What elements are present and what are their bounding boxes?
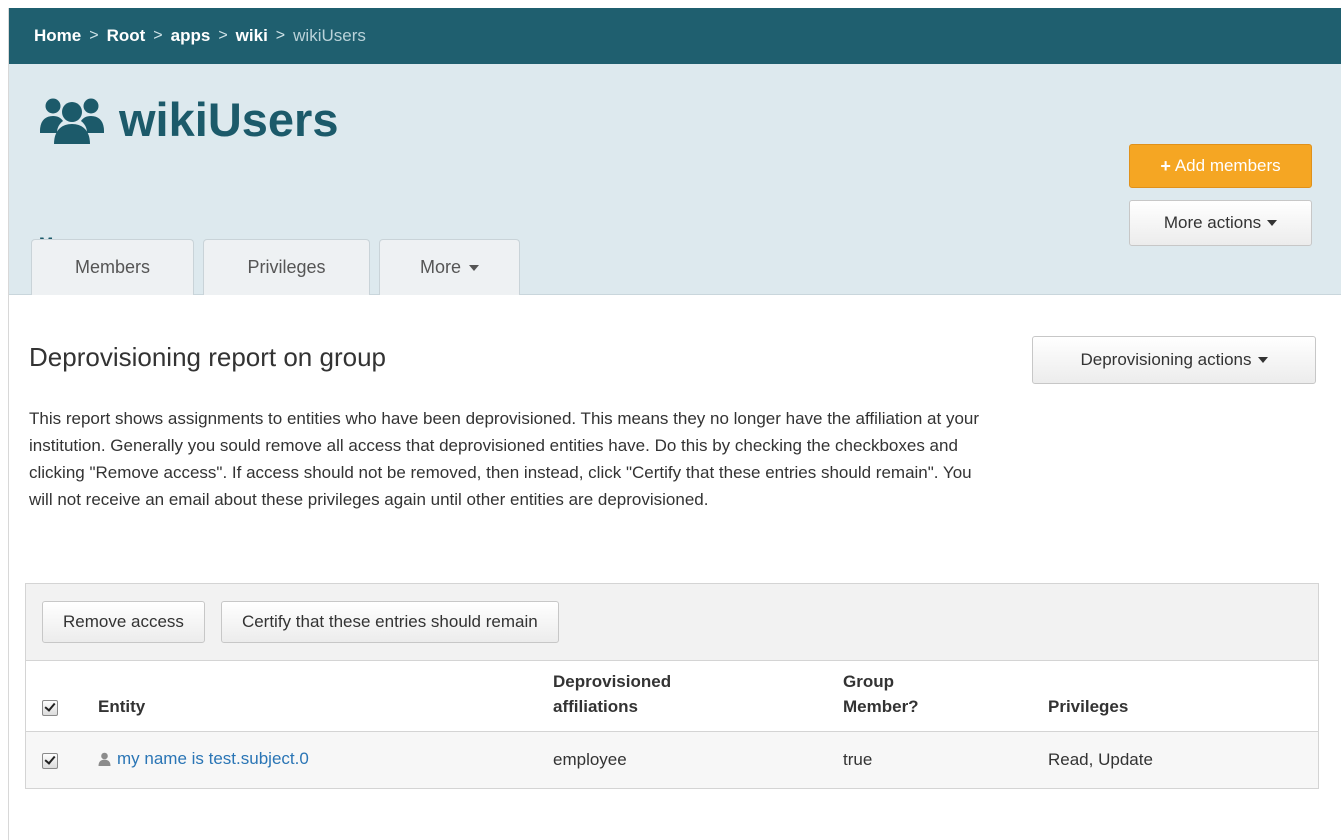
column-header-affiliations[interactable]: Deprovisioned affiliations (543, 661, 833, 732)
breadcrumb-current: wikiUsers (293, 26, 366, 45)
privileges-cell: Read, Update (1038, 731, 1318, 788)
breadcrumb-root[interactable]: Root (107, 26, 146, 46)
report-description: This report shows assignments to entitie… (29, 409, 980, 509)
column-header-affiliations-label: Deprovisioned affiliations (553, 672, 672, 716)
caret-down-icon (469, 264, 479, 271)
column-header-group-member-label: Group Member? (843, 672, 919, 716)
remove-access-label: Remove access (63, 612, 184, 631)
select-all-checkbox[interactable] (42, 699, 58, 716)
entity-cell: my name is test.subject.0 (88, 731, 543, 788)
row-checkbox-cell (26, 731, 88, 788)
caret-down-icon (1267, 220, 1278, 226)
tab-label: Members (74, 257, 150, 277)
remove-access-button[interactable]: Remove access (42, 601, 205, 643)
group-header: wikiUsers More ⌄ + Add members More acti… (9, 64, 1341, 295)
breadcrumb-apps[interactable]: apps (171, 26, 211, 46)
breadcrumb: Home > Root > apps > wiki > wikiUsers (9, 8, 1341, 64)
certify-button[interactable]: Certify that these entries should remain (220, 601, 559, 643)
report-title: Deprovisioning report on group (29, 342, 386, 372)
breadcrumb-separator: > (153, 27, 163, 44)
tab-more[interactable]: More (379, 239, 520, 295)
page-title-block: wikiUsers (39, 92, 338, 147)
breadcrumb-separator: > (218, 27, 228, 44)
column-header-entity[interactable]: Entity (88, 661, 543, 732)
entity-name: my name is test.subject.0 (117, 749, 309, 768)
tab-privileges[interactable]: Privileges (203, 239, 370, 295)
row-checkbox[interactable] (42, 752, 58, 769)
users-group-icon (39, 95, 105, 145)
page-frame: Home > Root > apps > wiki > wikiUsers wi… (8, 8, 1341, 840)
table-toolbar: Remove access Certify that these entries… (26, 584, 1318, 661)
affiliations-cell: employee (543, 731, 833, 788)
tab-label: More (419, 257, 461, 277)
user-icon (98, 752, 111, 766)
deprovisioning-actions-button[interactable]: Deprovisioning actions (1032, 336, 1316, 384)
more-actions-button[interactable]: More actions (1129, 200, 1312, 246)
page-title: wikiUsers (119, 93, 339, 146)
report-table: Entity Deprovisioned affiliations Group … (26, 661, 1318, 788)
add-members-button[interactable]: + Add members (1129, 144, 1312, 188)
breadcrumb-wiki[interactable]: wiki (236, 26, 268, 46)
group-member-cell: true (833, 731, 1038, 788)
report-table-panel: Remove access Certify that these entries… (25, 583, 1319, 789)
table-row: my name is test.subject.0 employee true … (26, 731, 1318, 788)
column-header-privileges[interactable]: Privileges (1038, 661, 1318, 732)
plus-icon: + (1160, 155, 1171, 176)
caret-down-icon (1257, 357, 1268, 363)
breadcrumb-separator: > (275, 27, 286, 44)
breadcrumb-separator: > (89, 27, 99, 44)
entity-link[interactable]: my name is test.subject.0 (98, 749, 309, 769)
deprovisioning-actions-label: Deprovisioning actions (1080, 350, 1252, 369)
select-all-cell (26, 661, 88, 732)
more-actions-label: More actions (1163, 213, 1262, 232)
breadcrumb-home[interactable]: Home (34, 26, 81, 46)
tab-bar: Members Privileges More (31, 239, 520, 295)
certify-label: Certify that these entries should remain (241, 612, 538, 631)
add-members-label: Add members (1174, 156, 1281, 175)
tab-members[interactable]: Members (31, 239, 194, 295)
table-header-row: Entity Deprovisioned affiliations Group … (26, 661, 1318, 732)
column-header-group-member[interactable]: Group Member? (833, 661, 1038, 732)
tab-label: Privileges (247, 257, 326, 277)
